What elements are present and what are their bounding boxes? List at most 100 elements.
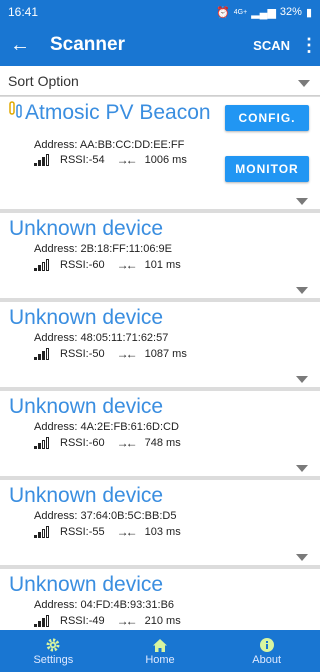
device-interval: 1087 ms	[144, 348, 187, 360]
nav-settings[interactable]: Settings	[8, 636, 98, 666]
settings-gear-icon	[45, 636, 61, 654]
device-address: Address: AA:BB:CC:DD:EE:FF	[34, 139, 185, 151]
signal-strength-icon	[34, 437, 50, 449]
signal-bar	[46, 259, 49, 271]
nav-about-label: About	[252, 654, 282, 666]
interval-arrows-icon: →←	[116, 614, 138, 628]
back-arrow-icon[interactable]: ←	[10, 35, 36, 55]
signal-strength-icon	[34, 154, 50, 166]
signal-strength-icon	[34, 526, 50, 538]
signal-bar	[42, 529, 45, 538]
device-interval: 101 ms	[144, 259, 181, 271]
signal-bar	[34, 446, 37, 449]
signal-bar	[46, 154, 49, 166]
device-address: Address: 2B:18:FF:11:06:9E	[34, 243, 172, 255]
signal-bar	[38, 532, 41, 538]
nav-home[interactable]: Home	[115, 636, 205, 666]
app-bar: ← Scanner SCAN ⋮	[0, 24, 320, 66]
expand-arrow-icon[interactable]	[296, 465, 308, 472]
device-rssi: RSSI:-54	[60, 154, 105, 166]
battery-icon: ▮	[305, 6, 312, 19]
signal-bar	[34, 163, 37, 166]
status-bar: 16:41 ⏰ 4G+ ▂▄▆ 32% ▮	[0, 0, 320, 24]
device-rssi: RSSI:-55	[60, 526, 105, 538]
sort-option-dropdown[interactable]: Sort Option	[0, 66, 320, 96]
device-address: Address: 4A:2E:FB:61:6D:CD	[34, 421, 179, 433]
device-interval: 748 ms	[144, 437, 181, 449]
signal-bar	[34, 624, 37, 627]
device-metrics: RSSI:-60 →← 101 ms	[34, 258, 181, 272]
signal-bar	[46, 437, 49, 449]
device-name: Unknown device	[9, 306, 164, 329]
signal-bar	[38, 621, 41, 627]
interval-arrows-icon: →←	[116, 347, 138, 361]
home-icon	[152, 636, 168, 654]
expand-arrow-icon[interactable]	[296, 198, 308, 205]
sort-option-label: Sort Option	[8, 72, 79, 89]
beacon-icon	[9, 101, 23, 121]
device-metrics: RSSI:-55 →← 103 ms	[34, 525, 181, 539]
device-name: Unknown device	[9, 217, 164, 240]
device-metrics: RSSI:-54 →← 1006 ms	[34, 153, 187, 167]
interval-arrows-icon: →←	[116, 258, 138, 272]
network-type: 4G+	[233, 8, 248, 16]
page-title: Scanner	[50, 34, 125, 55]
device-card[interactable]: Unknown device Address: 04:FD:4B:93:31:B…	[0, 569, 320, 630]
dropdown-arrow-icon	[298, 80, 310, 87]
device-rssi: RSSI:-50	[60, 348, 105, 360]
signal-bar	[42, 262, 45, 271]
expand-arrow-icon[interactable]	[296, 554, 308, 561]
info-icon	[259, 636, 275, 654]
signal-bar	[38, 265, 41, 271]
interval-arrows-icon: →←	[116, 525, 138, 539]
expand-arrow-icon[interactable]	[296, 376, 308, 383]
signal-bar	[42, 440, 45, 449]
signal-bar	[42, 157, 45, 166]
bottom-navigation: Settings Home About	[0, 630, 320, 672]
signal-strength-icon	[34, 615, 50, 627]
device-rssi: RSSI:-60	[60, 437, 105, 449]
signal-strength-icon	[34, 348, 50, 360]
device-metrics: RSSI:-50 →← 1087 ms	[34, 347, 187, 361]
status-icons: ⏰ 4G+ ▂▄▆ 32% ▮	[216, 6, 312, 19]
expand-arrow-icon[interactable]	[296, 287, 308, 294]
device-name: Unknown device	[9, 395, 164, 418]
battery-level: 32%	[279, 6, 302, 18]
device-rssi: RSSI:-49	[60, 615, 105, 627]
device-metrics: RSSI:-49 →← 210 ms	[34, 614, 181, 628]
interval-arrows-icon: →←	[116, 153, 138, 167]
status-time: 16:41	[8, 5, 39, 19]
monitor-button[interactable]: MONITOR	[225, 156, 309, 182]
scan-button[interactable]: SCAN	[253, 38, 290, 53]
signal-bar	[34, 268, 37, 271]
device-rssi: RSSI:-60	[60, 259, 105, 271]
device-interval: 210 ms	[144, 615, 181, 627]
nav-home-label: Home	[145, 654, 175, 666]
nav-about[interactable]: About	[222, 636, 312, 666]
device-metrics: RSSI:-60 →← 748 ms	[34, 436, 181, 450]
device-address: Address: 04:FD:4B:93:31:B6	[34, 599, 175, 611]
device-address: Address: 48:05:11:71:62:57	[34, 332, 169, 344]
signal-bar	[46, 526, 49, 538]
device-name-row: Atmosic PV Beacon	[9, 101, 211, 125]
signal-bar	[46, 615, 49, 627]
device-card[interactable]: Unknown device Address: 4A:2E:FB:61:6D:C…	[0, 391, 320, 476]
signal-strength-icon	[34, 259, 50, 271]
signal-bar	[38, 160, 41, 166]
signal-bar	[42, 351, 45, 360]
alarm-icon: ⏰	[216, 6, 230, 19]
nav-settings-label: Settings	[33, 654, 74, 666]
interval-arrows-icon: →←	[116, 436, 138, 450]
device-name: Unknown device	[9, 484, 164, 507]
signal-bar	[42, 618, 45, 627]
device-interval: 103 ms	[144, 526, 181, 538]
device-card[interactable]: Atmosic PV Beacon CONFIG. Address: AA:BB…	[0, 97, 320, 209]
device-card[interactable]: Unknown device Address: 37:64:0B:5C:BB:D…	[0, 480, 320, 565]
signal-bar	[46, 348, 49, 360]
device-card[interactable]: Unknown device Address: 48:05:11:71:62:5…	[0, 302, 320, 387]
more-vert-icon[interactable]: ⋮	[300, 35, 318, 56]
device-interval: 1006 ms	[144, 154, 187, 166]
config-button[interactable]: CONFIG.	[225, 105, 309, 131]
signal-bar	[34, 535, 37, 538]
device-card[interactable]: Unknown device Address: 2B:18:FF:11:06:9…	[0, 213, 320, 298]
